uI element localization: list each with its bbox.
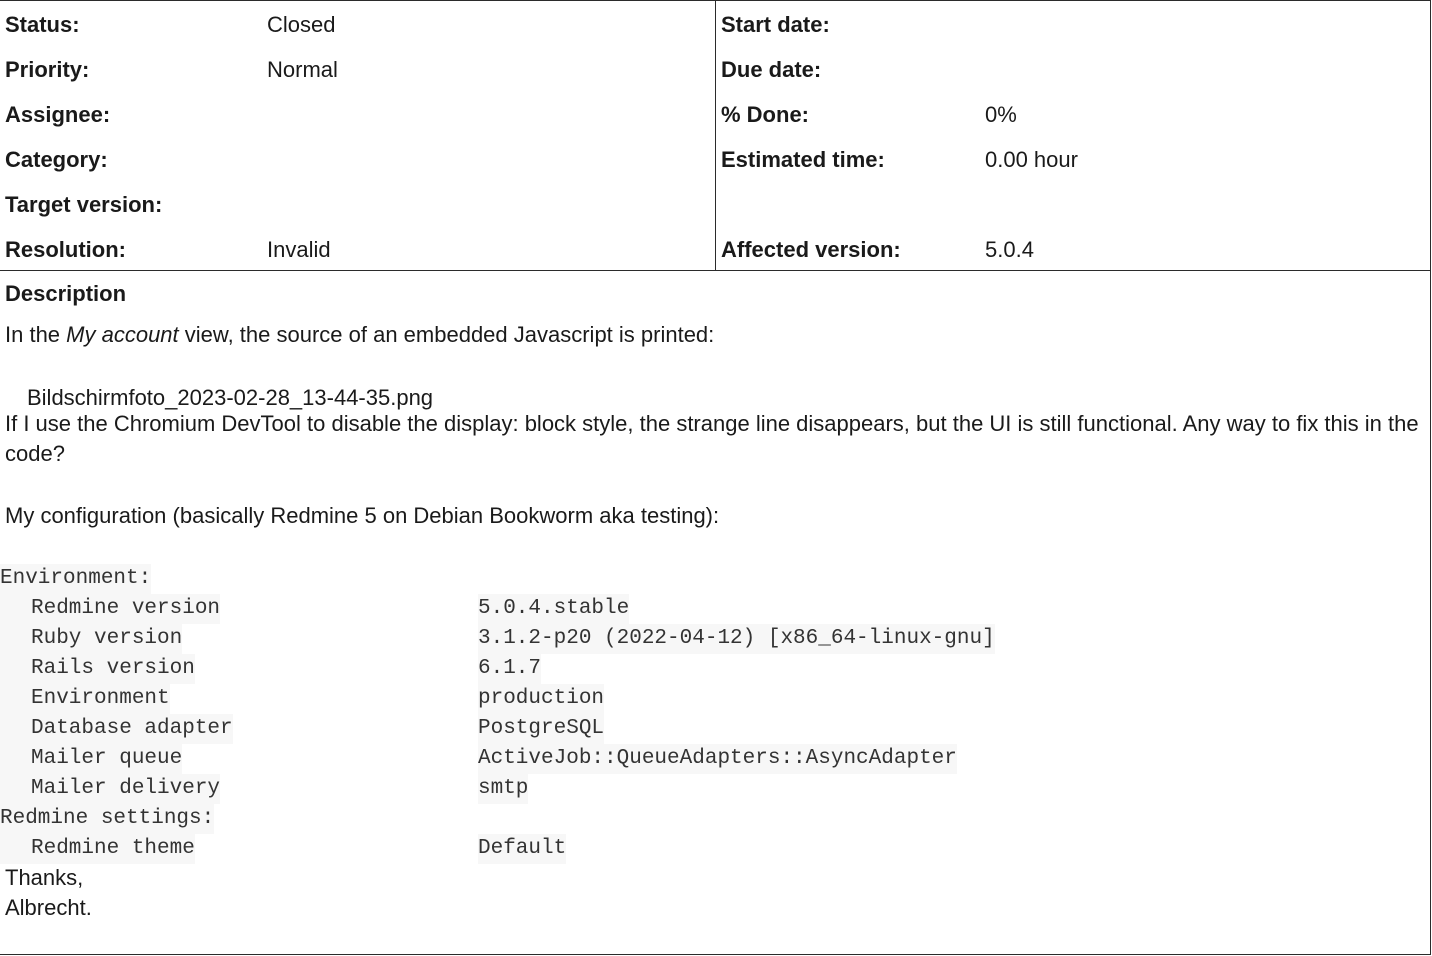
description-intro: In the My account view, the source of an… [5, 322, 714, 348]
attribute-label: Resolution: [5, 237, 126, 262]
code-line: Environment production [0, 684, 605, 714]
env-value: production [478, 684, 605, 714]
attribute-label: Assignee: [5, 102, 111, 127]
closing-thanks: Thanks, [5, 865, 84, 890]
code-line: Ruby version 3.1.2-p20 (2022-04-12) [x86… [0, 624, 995, 654]
env-key: Environment [0, 684, 170, 714]
configuration-intro: My configuration (basically Redmine 5 on… [5, 503, 720, 528]
priority-value: Normal [267, 57, 338, 82]
affected-version-value: 5.0.4 [985, 237, 1034, 262]
attribute-label: Start date: [721, 12, 830, 37]
env-value: smtp [478, 774, 529, 804]
env-key: Rails version [0, 654, 195, 684]
code-line: Redmine version 5.0.4.stable [0, 594, 630, 624]
environment-code-block: Environment: Redmine version 5.0.4.stabl… [0, 564, 995, 864]
issue-attributes: Status: Closed Priority: Normal Assignee… [0, 1, 1431, 271]
code-line: Database adapter PostgreSQL [0, 714, 605, 744]
code-line: Mailer delivery smtp [0, 774, 529, 804]
attribute-label: Estimated time: [721, 147, 885, 172]
settings-header: Redmine settings: [0, 804, 215, 834]
env-key: Mailer queue [0, 744, 183, 774]
column-divider [715, 1, 716, 271]
attribute-label: Affected version: [721, 237, 901, 262]
description-paragraph: If I use the Chromium DevTool to disable… [5, 411, 1419, 466]
attribute-label: Status: [5, 12, 80, 37]
env-value: 5.0.4.stable [478, 594, 630, 624]
estimated-time-value: 0.00 hour [985, 147, 1078, 172]
intro-text: In the [5, 322, 67, 347]
env-key: Ruby version [0, 624, 183, 654]
environment-header: Environment: [0, 564, 152, 594]
env-value: 3.1.2-p20 (2022-04-12) [x86_64-linux-gnu… [478, 624, 995, 654]
env-value: 6.1.7 [478, 654, 542, 684]
status-value: Closed [267, 12, 336, 37]
code-line: Mailer queue ActiveJob::QueueAdapters::A… [0, 744, 957, 774]
closing-signature: Albrecht. [5, 895, 92, 920]
attribute-label: % Done: [721, 102, 809, 127]
attribute-label: Target version: [5, 192, 163, 217]
attribute-label: Priority: [5, 57, 90, 82]
code-line: Redmine settings: [0, 804, 215, 834]
intro-emphasis: My account [66, 322, 179, 347]
setting-key: Redmine theme [0, 834, 195, 864]
attribute-label: Category: [5, 147, 108, 172]
done-ratio-value: 0% [985, 102, 1017, 127]
intro-text: view, the source of an embedded Javascri… [178, 322, 715, 347]
env-key: Database adapter [0, 714, 233, 744]
env-key: Redmine version [0, 594, 221, 624]
attachment-image-link[interactable]: Bildschirmfoto_2023-02-28_13-44-35.png [27, 385, 433, 411]
code-line: Environment: [0, 564, 152, 594]
description-title: Description [5, 281, 127, 306]
env-value: PostgreSQL [478, 714, 605, 744]
env-key: Mailer delivery [0, 774, 221, 804]
setting-value: Default [478, 834, 567, 864]
issue-details: Status: Closed Priority: Normal Assignee… [0, 0, 1431, 955]
code-line: Rails version 6.1.7 [0, 654, 542, 684]
resolution-value: Invalid [267, 237, 331, 262]
env-value: ActiveJob::QueueAdapters::AsyncAdapter [478, 744, 957, 774]
attribute-label: Due date: [721, 57, 822, 82]
code-line: Redmine theme Default [0, 834, 567, 864]
